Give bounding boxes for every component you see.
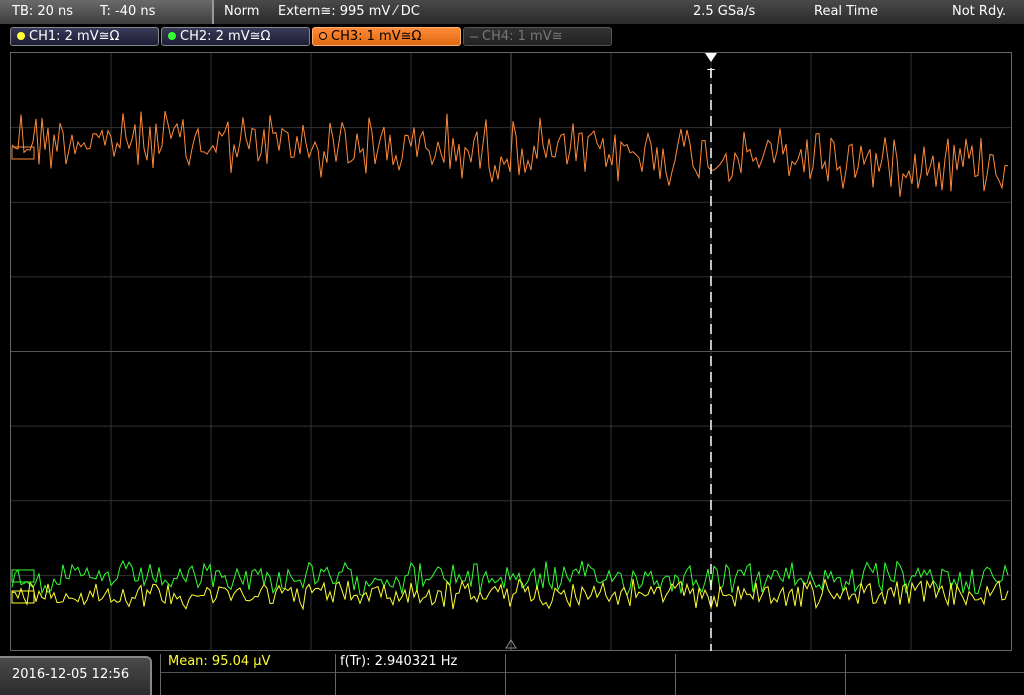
trigger-position-arrow-icon[interactable] xyxy=(705,53,717,62)
ch2-offset-marker-icon[interactable] xyxy=(11,569,35,583)
datetime-label: 2016-12-05 12:56 xyxy=(12,667,130,682)
waveform-canvas: T xyxy=(11,53,1011,651)
trigger-marker: T xyxy=(707,66,715,81)
measure-row-divider xyxy=(160,672,1024,673)
graticule xyxy=(11,53,1011,650)
frequency-measurement[interactable]: f(Tr): 2.940321 Hz xyxy=(340,651,457,673)
measure-divider xyxy=(505,654,506,695)
footer-bar xyxy=(0,652,1024,695)
ch2-waveform xyxy=(11,559,1009,597)
ch3-waveform xyxy=(11,110,1008,197)
measure-divider xyxy=(160,654,161,695)
mean-measurement[interactable]: Mean: 95.04 µV xyxy=(168,651,270,673)
measure-divider xyxy=(335,654,336,695)
measure-divider xyxy=(675,654,676,695)
measure-divider xyxy=(845,654,846,695)
